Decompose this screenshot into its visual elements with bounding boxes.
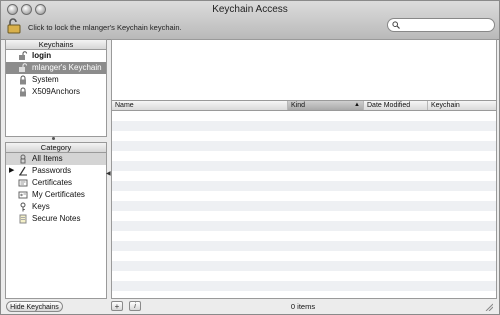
certificate-icon xyxy=(18,179,28,187)
keychain-access-window: Keychain Access Click to lock the mlange… xyxy=(0,0,500,315)
search-field[interactable] xyxy=(387,18,495,32)
empty-table-row xyxy=(112,171,496,181)
keychain-item-label: X509Anchors xyxy=(32,87,81,96)
empty-table-row xyxy=(112,251,496,261)
keychains-header: Keychains xyxy=(6,40,106,50)
sort-ascending-icon: ▲ xyxy=(354,102,360,108)
item-preview-pane xyxy=(111,39,497,101)
lock-open-icon xyxy=(19,51,28,60)
keychain-item-label: mlanger's Keychain xyxy=(32,63,102,72)
lock-open-icon xyxy=(19,63,28,72)
column-label: Kind xyxy=(291,102,306,109)
search-input[interactable] xyxy=(402,20,490,30)
empty-table-row xyxy=(112,181,496,191)
keychain-item-label: login xyxy=(32,51,52,60)
window-title: Keychain Access xyxy=(212,4,288,15)
key-icon xyxy=(20,202,26,212)
pane-splitter-icon[interactable]: ◀ xyxy=(106,170,111,177)
title-bar: Keychain Access Click to lock the mlange… xyxy=(1,1,499,40)
category-header: Category xyxy=(6,143,106,153)
empty-table-row xyxy=(112,191,496,201)
column-header-date-modified[interactable]: Date Modified xyxy=(364,101,428,110)
empty-table-row xyxy=(112,231,496,241)
empty-table-row xyxy=(112,221,496,231)
category-item-label: All Items xyxy=(32,154,63,163)
all-items-icon xyxy=(20,154,26,164)
note-icon xyxy=(19,214,27,224)
disclosure-triangle-icon[interactable]: ▶ xyxy=(9,165,14,177)
empty-table-row xyxy=(112,201,496,211)
keychains-panel: Keychains login mlanger's Keychain Syste… xyxy=(5,39,107,137)
category-item-all-items[interactable]: All Items xyxy=(6,153,106,165)
hide-keychains-button[interactable]: Hide Keychains xyxy=(6,301,63,312)
column-header-keychain[interactable]: Keychain xyxy=(428,101,496,110)
table-body xyxy=(112,111,496,298)
empty-table-row xyxy=(112,141,496,151)
category-item-label: Secure Notes xyxy=(32,214,81,223)
keychain-item-login[interactable]: login xyxy=(6,50,106,62)
empty-table-row xyxy=(112,211,496,221)
lock-icon xyxy=(20,87,26,97)
empty-table-row xyxy=(112,121,496,131)
search-icon xyxy=(392,21,400,29)
empty-table-row xyxy=(112,241,496,251)
column-header-name[interactable]: Name xyxy=(112,101,288,110)
category-item-passwords[interactable]: ▶ Passwords xyxy=(6,165,106,177)
keychain-item-system[interactable]: System xyxy=(6,74,106,86)
lock-message: Click to lock the mlanger's Keychain key… xyxy=(28,23,182,32)
empty-table-row xyxy=(112,261,496,271)
lock-icon xyxy=(20,75,26,85)
empty-table-row xyxy=(112,271,496,281)
category-item-label: Certificates xyxy=(32,178,73,187)
column-label: Keychain xyxy=(431,102,460,109)
keychain-item-label: System xyxy=(32,75,59,84)
empty-table-row xyxy=(112,111,496,121)
empty-table-row xyxy=(112,131,496,141)
keychain-item-x509anchors[interactable]: X509Anchors xyxy=(6,86,106,98)
category-item-label: My Certificates xyxy=(32,190,85,199)
my-certificate-icon xyxy=(18,191,28,199)
table-header: Name Kind ▲ Date Modified Keychain xyxy=(112,101,496,111)
items-table: Name Kind ▲ Date Modified Keychain xyxy=(111,100,497,299)
split-handle[interactable] xyxy=(52,137,55,140)
category-item-label: Passwords xyxy=(32,166,72,175)
item-count: 0 items xyxy=(290,302,316,311)
column-label: Name xyxy=(115,102,134,109)
category-item-label: Keys xyxy=(32,202,50,211)
category-item-secure-notes[interactable]: Secure Notes xyxy=(6,213,106,225)
category-item-my-certificates[interactable]: My Certificates xyxy=(6,189,106,201)
empty-table-row xyxy=(112,161,496,171)
empty-table-row xyxy=(112,151,496,161)
category-item-certificates[interactable]: Certificates xyxy=(6,177,106,189)
keychain-item-mlanger[interactable]: mlanger's Keychain xyxy=(6,62,106,74)
category-item-keys[interactable]: Keys xyxy=(6,201,106,213)
empty-table-row xyxy=(112,291,496,298)
status-bar: + i 0 items xyxy=(111,301,495,313)
lock-toggle-icon[interactable] xyxy=(7,18,21,34)
empty-table-row xyxy=(112,281,496,291)
column-header-kind[interactable]: Kind ▲ xyxy=(288,101,364,110)
category-panel: Category All Items ▶ Passwords Certifica… xyxy=(5,142,107,299)
column-label: Date Modified xyxy=(367,102,411,109)
key-pen-icon xyxy=(19,166,27,176)
resize-grip-icon[interactable] xyxy=(485,303,493,311)
